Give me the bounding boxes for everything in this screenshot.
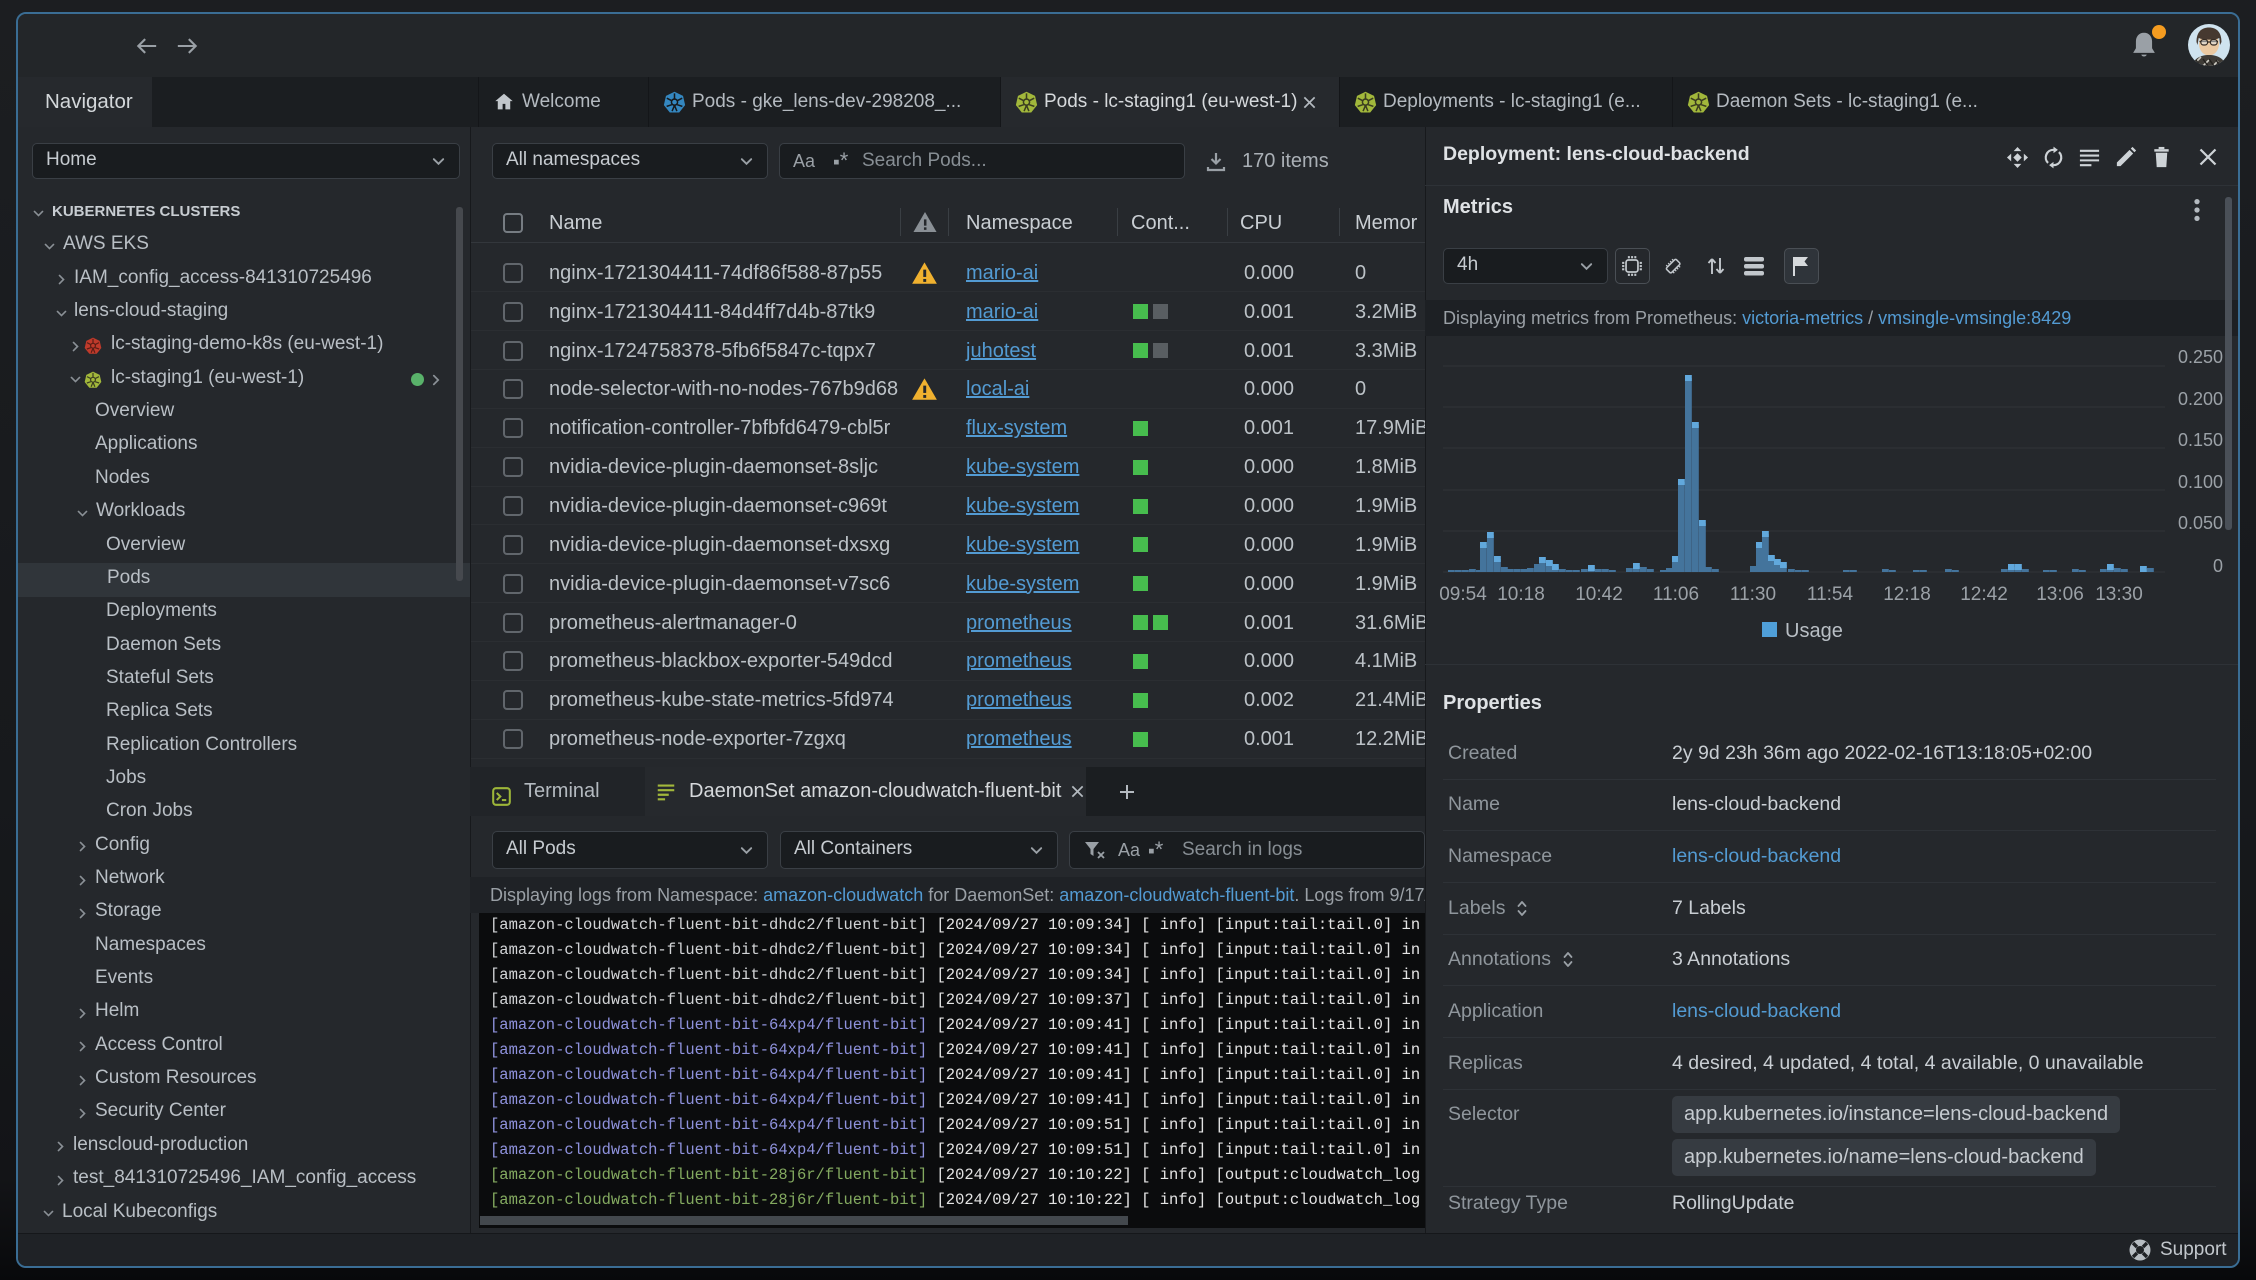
svg-text:11:54: 11:54 xyxy=(1807,584,1854,605)
svg-text:09:54: 09:54 xyxy=(1439,584,1487,605)
svg-text:0.250: 0.250 xyxy=(2178,347,2223,367)
svg-text:0.150: 0.150 xyxy=(2178,430,2223,450)
svg-text:11:30: 11:30 xyxy=(1730,584,1776,605)
svg-text:12:42: 12:42 xyxy=(1960,584,2008,605)
svg-text:13:30: 13:30 xyxy=(2095,584,2143,605)
svg-text:Usage: Usage xyxy=(1785,620,1843,642)
svg-text:13:06: 13:06 xyxy=(2036,584,2084,605)
svg-text:10:18: 10:18 xyxy=(1497,584,1545,605)
svg-text:0.050: 0.050 xyxy=(2178,513,2223,533)
svg-text:11:06: 11:06 xyxy=(1653,584,1699,605)
svg-text:0.100: 0.100 xyxy=(2178,472,2223,492)
svg-text:0: 0 xyxy=(2213,556,2223,576)
svg-text:0.200: 0.200 xyxy=(2178,389,2223,409)
svg-text:12:18: 12:18 xyxy=(1883,584,1931,605)
svg-text:10:42: 10:42 xyxy=(1575,584,1623,605)
